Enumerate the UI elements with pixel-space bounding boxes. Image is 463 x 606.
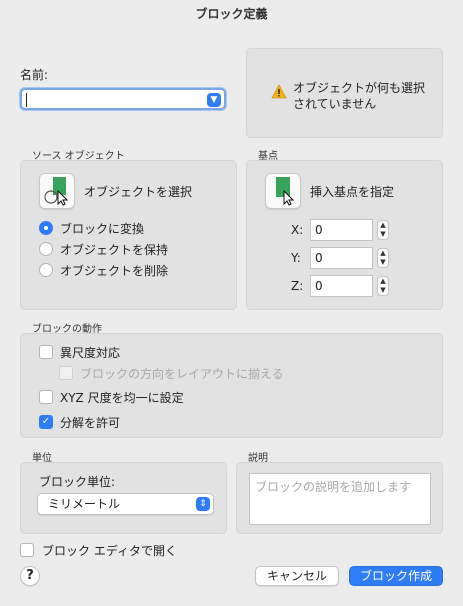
chevron-down-icon[interactable]: ▼ [207, 93, 221, 107]
select-objects-label: オブジェクトを選択 [84, 185, 193, 199]
source-objects-group: オブジェクトを選択 ブロックに変換 オブジェクトを保持 オブジェクトを削除 [20, 160, 237, 310]
open-in-editor-label: ブロック エディタで開く [42, 544, 177, 558]
radio-retain-objects[interactable] [39, 242, 53, 256]
match-orientation-checkbox[interactable] [59, 366, 73, 380]
pick-insertion-point-button[interactable] [265, 173, 301, 209]
chevron-updown-icon[interactable]: ⇕ [196, 497, 210, 511]
name-combobox[interactable]: ▼ [20, 88, 226, 110]
radio-convert-to-block[interactable] [39, 221, 53, 235]
match-orientation-label: ブロックの方向をレイアウトに揃える [80, 367, 284, 381]
x-label: X: [291, 223, 304, 237]
dialog-title: ブロック定義 [195, 7, 268, 21]
z-label: Z: [291, 279, 304, 293]
behavior-group: 異尺度対応 ブロックの方向をレイアウトに揃える XYZ 尺度を均一に設定 ✓ 分… [20, 333, 443, 438]
units-group: ブロック単位: ミリメートル ⇕ [20, 462, 227, 534]
radio-retain-objects-label: オブジェクトを保持 [60, 243, 169, 257]
radio-delete-objects-label: オブジェクトを削除 [60, 264, 169, 278]
y-label: Y: [291, 251, 301, 265]
block-units-label: ブロック単位: [39, 475, 116, 489]
cancel-button[interactable]: キャンセル [255, 566, 339, 586]
uniform-scale-label: XYZ 尺度を均一に設定 [60, 391, 184, 405]
open-in-editor-checkbox[interactable] [20, 543, 34, 557]
text-cursor [26, 93, 27, 107]
name-label: 名前: [20, 68, 49, 82]
block-units-select[interactable]: ミリメートル ⇕ [37, 493, 214, 515]
z-stepper[interactable]: ▲ ▼ [377, 276, 389, 296]
select-objects-icon [44, 177, 69, 206]
description-group: ブロックの説明を追加します [236, 462, 443, 534]
warning-icon [271, 84, 287, 99]
selection-status-box: オブジェクトが何も選択 されていません [246, 48, 443, 138]
radio-delete-objects[interactable] [39, 263, 53, 277]
warning-line-1: オブジェクトが何も選択 [293, 81, 426, 95]
block-units-value: ミリメートル [48, 497, 121, 511]
pick-point-icon [276, 177, 295, 206]
allow-explode-checkbox[interactable]: ✓ [39, 415, 53, 429]
y-input[interactable]: 0 [310, 247, 373, 269]
description-textarea[interactable]: ブロックの説明を追加します [249, 473, 431, 525]
pick-insertion-point-label: 挿入基点を指定 [310, 185, 395, 199]
radio-convert-to-block-label: ブロックに変換 [60, 222, 145, 236]
x-stepper[interactable]: ▲ ▼ [377, 220, 389, 240]
z-input[interactable]: 0 [310, 275, 373, 297]
create-block-button[interactable]: ブロック作成 [349, 566, 443, 586]
help-button[interactable]: ? [20, 566, 40, 586]
select-objects-button[interactable] [39, 173, 75, 209]
x-input[interactable]: 0 [310, 219, 373, 241]
basepoint-group: 挿入基点を指定 X: 0 ▲ ▼ Y: 0 ▲ ▼ Z: 0 ▲ ▼ [246, 160, 443, 310]
annotative-label: 異尺度対応 [60, 346, 121, 360]
block-definition-dialog: ブロック定義 名前: ▼ オブジェクトが何も選択 されていません ソース オブジ… [0, 0, 463, 606]
annotative-checkbox[interactable] [39, 345, 53, 359]
y-stepper[interactable]: ▲ ▼ [377, 248, 389, 268]
warning-line-2: されていません [293, 97, 377, 111]
allow-explode-label: 分解を許可 [60, 416, 121, 430]
uniform-scale-checkbox[interactable] [39, 390, 53, 404]
